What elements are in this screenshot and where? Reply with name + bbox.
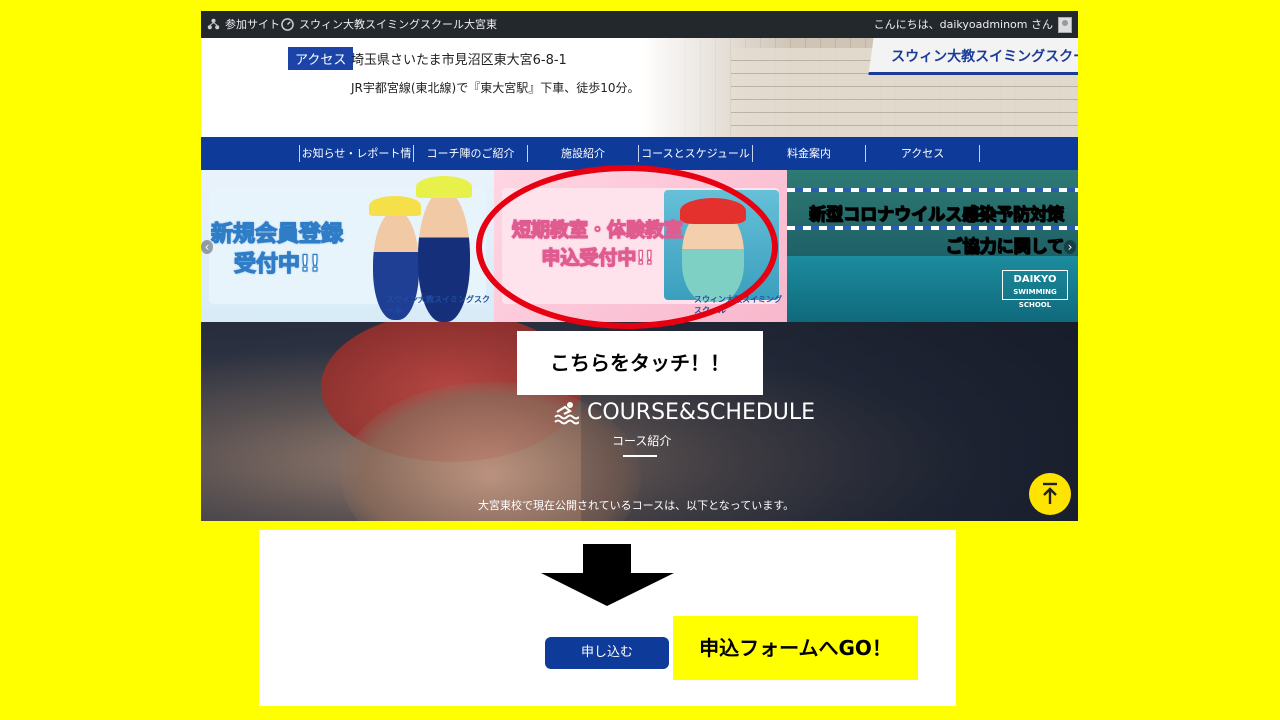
building-sign: スウィン大教スイミングスクール大宮東 (868, 38, 1078, 75)
school-logo-text: スウィン大教スイミングスクール (386, 295, 490, 315)
daikyo-logo-line2: SWIMMING SCHOOL (1013, 288, 1057, 309)
admin-greeting: こんにちは、daikyoadminom さん (873, 18, 1053, 31)
nav-separator (979, 145, 980, 162)
back-to-top-button[interactable] (1029, 473, 1071, 515)
network-icon (207, 18, 220, 30)
access-address: 埼玉県さいたま市見沼区東大宮6-8-1 (351, 53, 567, 68)
course-title: COURSE&SCHEDULE (553, 399, 815, 425)
admin-account-menu[interactable]: こんにちは、daikyoadminom さん (874, 11, 1072, 38)
site-header: スウィン大教スイミングスクール大宮東 アクセス 埼玉県さいたま市見沼区東大宮6-… (201, 38, 1078, 137)
banner-covid-line1: 新型コロナウイルス感染予防対策 (809, 205, 1065, 226)
admin-site-name-link[interactable]: スウィン大教スイミングスクール大宮東 (281, 11, 497, 38)
nav-item-access[interactable]: アクセス (866, 137, 979, 170)
course-title-text: COURSE&SCHEDULE (587, 399, 816, 425)
admin-site-link: 参加サイト (225, 18, 280, 31)
avatar (1058, 16, 1072, 33)
carousel-next-icon[interactable]: › (1064, 240, 1076, 254)
lane-rope (787, 188, 1078, 192)
nav-item-pricing[interactable]: 料金案内 (753, 137, 865, 170)
apply-button[interactable]: 申し込む (545, 637, 669, 669)
instruction-panel: 申し込む 申込フォームへGO！ (259, 530, 956, 706)
building-sign-text: スウィン大教スイミングスクール大宮東 (891, 49, 1078, 65)
banner-new-member-text: 新規会員登録 受付中!! (210, 220, 344, 280)
banner-new-member[interactable]: 新規会員登録 受付中!! スウィン大教スイミングスクール (201, 170, 494, 322)
admin-bar: 参加サイト スウィン大教スイミングスクール大宮東 こんにちは、daikyoadm… (201, 11, 1078, 38)
banner-covid-line2: ご協力に関して (945, 237, 1064, 258)
title-underline (623, 455, 657, 457)
admin-site-name: スウィン大教スイミングスクール大宮東 (299, 18, 497, 31)
banner-line: 新規会員登録 (210, 221, 344, 247)
admin-site-menu[interactable]: 参加サイト (207, 11, 280, 38)
nav-item-coaches[interactable]: コーチ陣のご紹介 (414, 137, 527, 170)
header-photo: スウィン大教スイミングスクール大宮東 (641, 38, 1078, 137)
swim-cap-image (369, 196, 421, 216)
course-subtitle: コース紹介 (612, 434, 672, 448)
daikyo-logo-line1: DAIKYO (1013, 274, 1057, 285)
banner-line: 受付中!! (233, 251, 321, 277)
dashboard-icon (281, 18, 294, 31)
carousel-prev-icon[interactable]: ‹ (201, 240, 213, 254)
down-arrow-icon (541, 544, 674, 606)
arrow-up-icon (1043, 482, 1057, 504)
tap-here-callout: こちらをタッチ！！ (517, 331, 763, 395)
lane-rope (787, 226, 1078, 230)
nav-item-news[interactable]: お知らせ・レポート情報 (300, 137, 413, 193)
swimmer-icon (554, 402, 579, 425)
swim-cap-image (416, 176, 472, 198)
nav-item-courses[interactable]: コースとスケジュール (639, 137, 752, 170)
course-description: 大宮東校で現在公開されているコースは、以下となっています。 (478, 499, 795, 512)
access-route: JR宇都宮線(東北線)で『東大宮駅』下車、徒歩10分。 (351, 81, 640, 95)
access-label: アクセス (288, 47, 354, 70)
go-to-form-label: 申込フォームへGO！ (673, 616, 918, 680)
highlight-circle (476, 165, 778, 329)
daikyo-logo: DAIKYO SWIMMING SCHOOL (1002, 270, 1068, 309)
banner-covid-notice[interactable]: 新型コロナウイルス感染予防対策 ご協力に関して DAIKYO SWIMMING … (787, 170, 1078, 322)
